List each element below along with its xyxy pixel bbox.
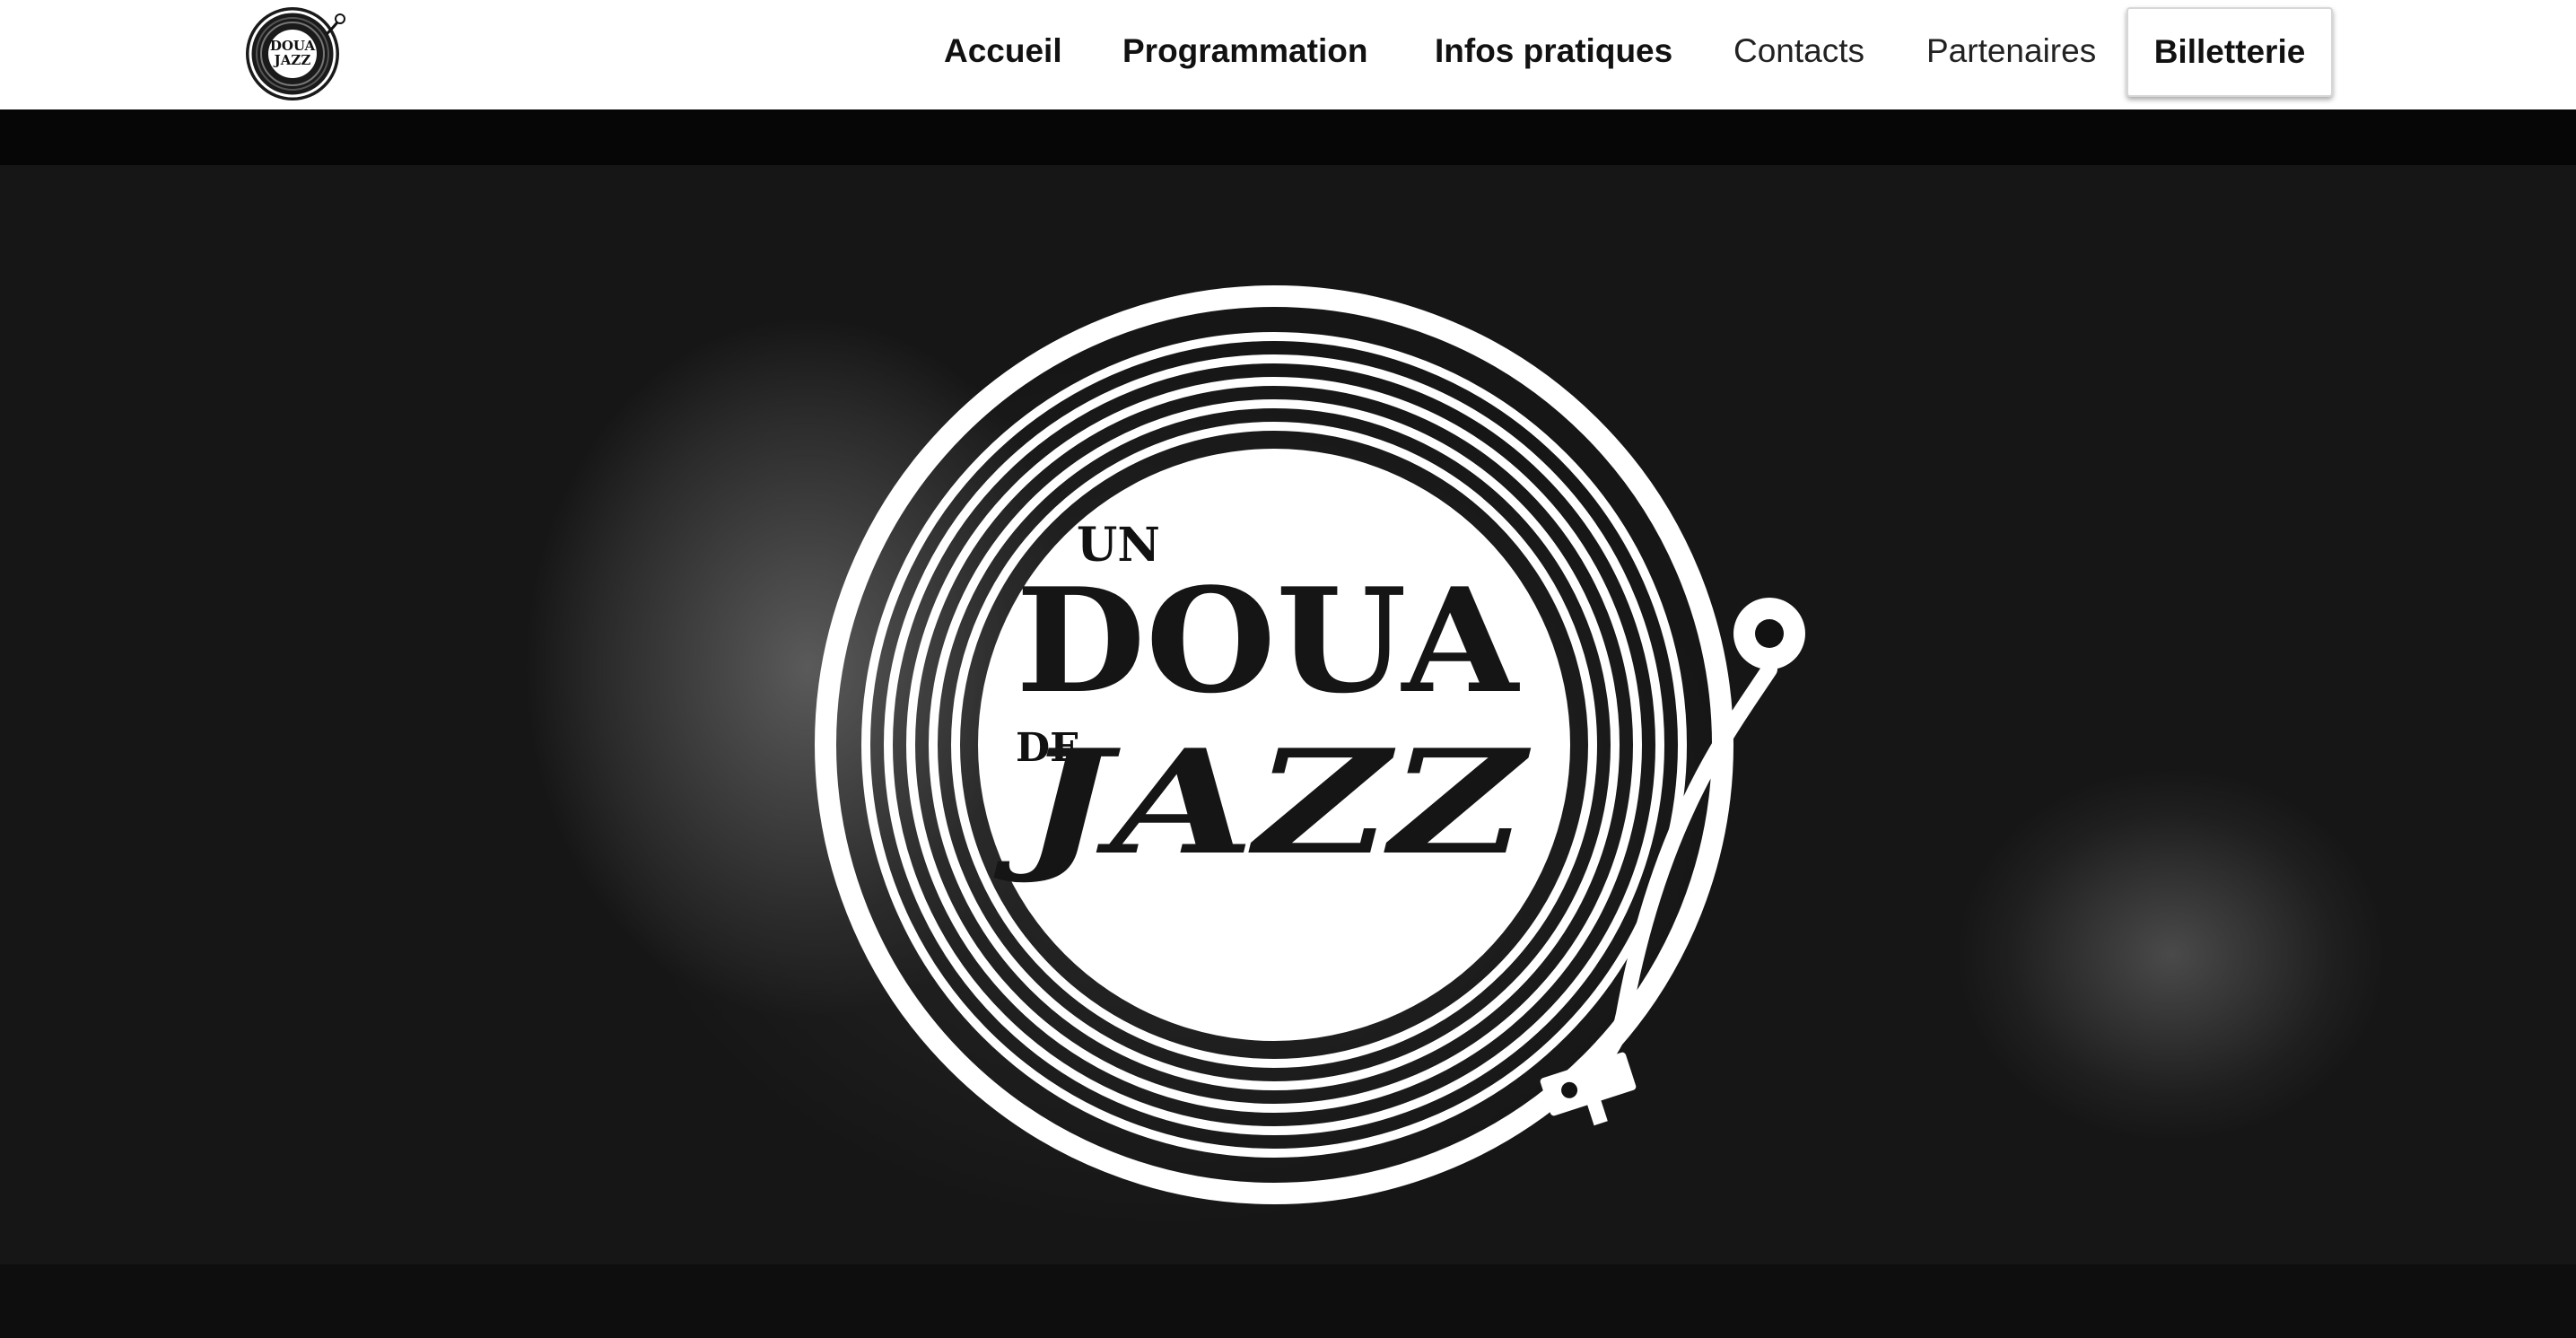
nav-partenaires[interactable]: Partenaires xyxy=(1926,29,2096,74)
billetterie-button[interactable]: Billetterie xyxy=(2126,7,2333,97)
nav-infos-pratiques[interactable]: Infos pratiques xyxy=(1435,29,1672,74)
logo-word-doua: DOUA xyxy=(1016,556,1520,725)
turntable-logo-icon: UN DOUA DE JAZZ xyxy=(815,285,1805,1204)
main-nav: Accueil Programmation Infos pratiques Co… xyxy=(0,0,2576,109)
nav-contacts[interactable]: Contacts xyxy=(1733,29,1864,74)
festival-logo: UN DOUA DE JAZZ xyxy=(799,242,1821,1265)
hero-bottom-band xyxy=(0,1264,2576,1338)
hero-top-band xyxy=(0,109,2576,165)
nav-accueil[interactable]: Accueil xyxy=(944,29,1062,74)
site-header: DOUA JAZZ Accueil Programmation Infos pr… xyxy=(0,0,2576,109)
nav-programmation[interactable]: Programmation xyxy=(1122,29,1367,74)
logo-word-jazz: JAZZ xyxy=(992,718,1531,887)
hero-banner: UN DOUA DE JAZZ xyxy=(0,109,2576,1338)
